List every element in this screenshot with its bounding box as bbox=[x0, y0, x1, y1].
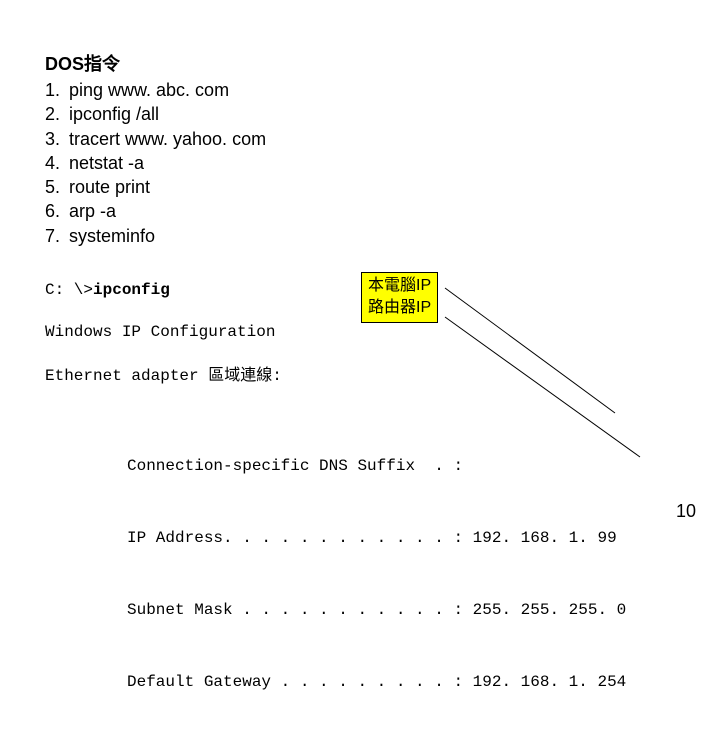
command-number: 5. bbox=[45, 175, 69, 199]
heading-dos: DOS指令 bbox=[45, 50, 675, 76]
command-text: systeminfo bbox=[69, 224, 155, 248]
terminal-command: ipconfig bbox=[93, 281, 170, 299]
command-row: 5. route print bbox=[45, 175, 675, 199]
command-number: 3. bbox=[45, 127, 69, 151]
terminal-row-subnet-mask: Subnet Mask . . . . . . . . . . . : 255.… bbox=[127, 598, 675, 622]
callout-line-1: 本電腦IP bbox=[368, 275, 431, 297]
command-row: 4. netstat -a bbox=[45, 151, 675, 175]
terminal-row-ip-address: IP Address. . . . . . . . . . . . : 192.… bbox=[127, 526, 675, 550]
callout-line-2: 路由器IP bbox=[368, 297, 431, 319]
command-text: netstat -a bbox=[69, 151, 144, 175]
command-text: ping www. abc. com bbox=[69, 78, 229, 102]
terminal-row-default-gateway: Default Gateway . . . . . . . . . : 192.… bbox=[127, 670, 675, 694]
command-number: 2. bbox=[45, 102, 69, 126]
command-row: 6. arp -a bbox=[45, 199, 675, 223]
command-list: 1. ping www. abc. com 2. ipconfig /all 3… bbox=[45, 78, 675, 248]
command-text: tracert www. yahoo. com bbox=[69, 127, 266, 151]
command-row: 1. ping www. abc. com bbox=[45, 78, 675, 102]
command-number: 6. bbox=[45, 199, 69, 223]
command-row: 3. tracert www. yahoo. com bbox=[45, 127, 675, 151]
command-number: 1. bbox=[45, 78, 69, 102]
page-number: 10 bbox=[676, 501, 696, 522]
command-text: arp -a bbox=[69, 199, 116, 223]
command-text: ipconfig /all bbox=[69, 102, 159, 126]
command-number: 7. bbox=[45, 224, 69, 248]
command-row: 2. ipconfig /all bbox=[45, 102, 675, 126]
command-number: 4. bbox=[45, 151, 69, 175]
command-row: 7. systeminfo bbox=[45, 224, 675, 248]
terminal-prompt-prefix: C: \> bbox=[45, 281, 93, 299]
terminal-output: C: \>ipconfig Windows IP Configuration 本… bbox=[45, 278, 675, 742]
command-text: route print bbox=[69, 175, 150, 199]
callout-line-to-gateway bbox=[445, 317, 685, 477]
callout-box: 本電腦IP 路由器IP bbox=[361, 272, 438, 323]
